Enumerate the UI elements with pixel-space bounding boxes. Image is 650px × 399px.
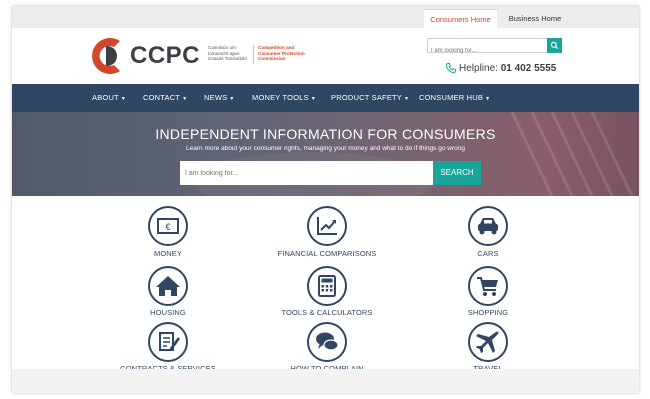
main-nav: ABOUT ▼ CONTACT ▼ NEWS ▼ MONEY TOOLS ▼ PRODU… [12,84,639,112]
hero-banner: INDEPENDENT INFORMATION FOR CONSUMERS Le… [12,112,639,196]
search-icon [550,41,559,50]
nav-item-consumer-hub[interactable]: CONSUMER HUB ▼ [419,84,490,112]
nav-item-label: PRODUCT SAFETY [331,93,403,102]
caret-down-icon: ▼ [182,96,188,102]
hero-search-input[interactable] [180,161,425,185]
header-search-box [427,38,561,58]
header-search-button[interactable] [547,38,562,53]
category-label: SHOPPING [467,308,509,317]
tab-business-home[interactable]: Business Home [500,9,570,28]
speech-bubbles-icon [307,322,347,362]
caret-down-icon: ▼ [229,96,235,102]
phone-icon [445,63,456,74]
nav-item-about[interactable]: ABOUT ▼ [92,84,126,112]
helpline-label: Helpline: [459,63,498,74]
browser-page: Consumers Home Business Home CCPC Coimis… [12,6,639,393]
nav-item-label: CONTACT [143,93,181,102]
caret-down-icon: ▼ [485,96,491,102]
hero-search-box [180,161,433,185]
contract-icon [148,322,188,362]
shopping-cart-icon [468,266,508,306]
caret-down-icon: ▼ [120,96,126,102]
logo-english-line: Commission [258,56,286,62]
logo-wordmark: CCPC [130,42,201,69]
category-label: CARS [477,249,499,258]
top-bar: Consumers Home Business Home [12,6,639,28]
money-icon: € [148,206,188,246]
nav-item-news[interactable]: NEWS ▼ [204,84,234,112]
nav-item-label: CONSUMER HUB [419,93,484,102]
svg-text:€: € [165,222,170,232]
car-icon [468,206,508,246]
tab-consumers-home[interactable]: Consumers Home [424,9,497,28]
category-label: TOOLS & CALCULATORS [281,308,373,317]
chart-trend-icon [307,206,347,246]
logo-english-name: Competition and Consumer Protection Comm… [258,45,320,62]
helpline: Helpline: 01 402 5555 [459,63,556,74]
caret-down-icon: ▼ [310,96,316,102]
ccpc-logo-mark-icon [92,38,120,74]
airplane-icon [468,322,508,362]
caret-down-icon: ▼ [404,96,410,102]
calculator-icon [307,266,347,306]
hero-title: INDEPENDENT INFORMATION FOR CONSUMERS [155,126,496,142]
category-label: FINANCIAL COMPARISONS [277,249,377,258]
footer-strip [12,369,639,393]
house-icon [148,266,188,306]
hero-search-button[interactable]: SEARCH [433,161,481,185]
helpline-number[interactable]: 01 402 5555 [501,63,557,74]
nav-item-product-safety[interactable]: PRODUCT SAFETY ▼ [331,84,409,112]
nav-item-label: MONEY TOOLS [252,93,309,102]
nav-item-contact[interactable]: CONTACT ▼ [143,84,187,112]
nav-item-label: ABOUT [92,93,119,102]
category-label: MONEY [153,249,182,258]
header-search-input[interactable] [428,44,548,58]
nav-item-money-tools[interactable]: MONEY TOOLS ▼ [252,84,316,112]
hero-subtitle: Learn more about your consumer rights, m… [186,145,465,152]
logo-irish-name: Coimisiún um Iomaíocht agus Cosaint Tomh… [208,45,254,64]
ccpc-logo[interactable]: CCPC Coimisiún um Iomaíocht agus Cosaint… [90,35,320,77]
category-label: HOUSING [150,308,186,317]
nav-item-label: NEWS [204,93,228,102]
logo-irish-line: Cosaint Tomhaltóirí [208,56,248,62]
